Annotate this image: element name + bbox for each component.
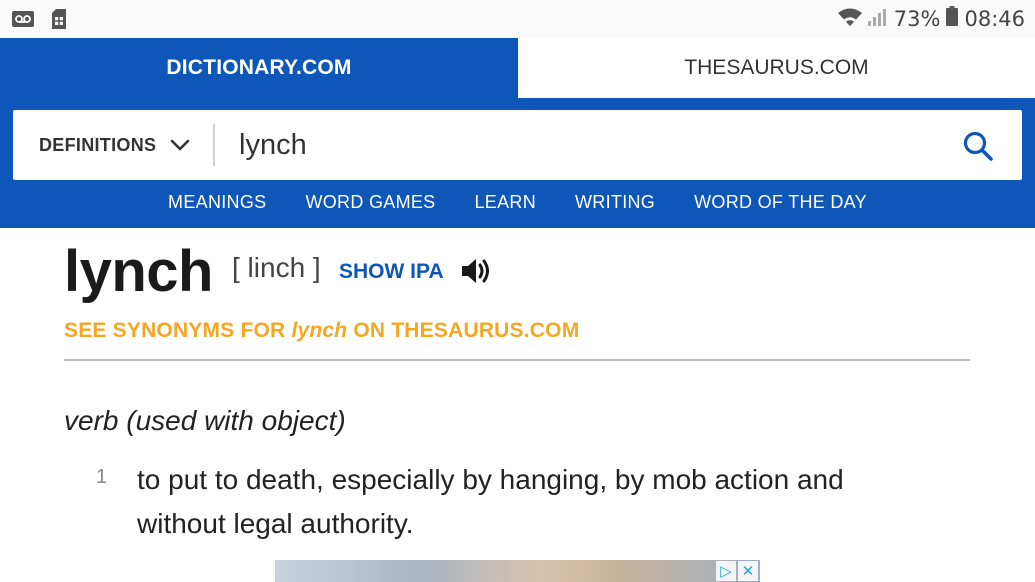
pronunciation-audio-button[interactable] bbox=[460, 256, 494, 286]
definitions-dropdown[interactable]: DEFINITIONS bbox=[39, 110, 190, 180]
site-tabs: DICTIONARY.COM THESAURUS.COM bbox=[0, 38, 1035, 98]
show-ipa-link[interactable]: SHOW IPA bbox=[339, 260, 444, 284]
search-input[interactable] bbox=[239, 122, 939, 168]
definition-text: to put to death, especially by hanging, … bbox=[137, 464, 844, 539]
adchoices-icon[interactable]: ▷ bbox=[716, 561, 736, 581]
nav-learn[interactable]: LEARN bbox=[474, 192, 536, 222]
nav-word-games[interactable]: WORD GAMES bbox=[305, 192, 435, 222]
search-divider bbox=[213, 124, 215, 166]
wifi-icon bbox=[837, 7, 862, 31]
search-bar: DEFINITIONS bbox=[13, 110, 1022, 180]
pronunciation: [ linch ] bbox=[232, 252, 321, 283]
signal-icon bbox=[867, 7, 888, 31]
headword: lynch bbox=[64, 239, 214, 304]
synonyms-prefix: SEE SYNONYMS FOR bbox=[64, 319, 292, 342]
search-button[interactable] bbox=[962, 130, 994, 162]
header: DEFINITIONS MEANINGS WORD GAMES LEARN WR… bbox=[0, 98, 1035, 228]
speaker-icon bbox=[460, 259, 494, 290]
nav-meanings[interactable]: MEANINGS bbox=[168, 192, 266, 222]
synonyms-suffix: ON THESAURUS.COM bbox=[347, 319, 580, 342]
main-nav: MEANINGS WORD GAMES LEARN WRITING WORD O… bbox=[0, 192, 1035, 222]
battery-icon bbox=[946, 6, 959, 31]
status-bar: 73% 08:46 bbox=[0, 0, 1035, 38]
clock: 08:46 bbox=[964, 6, 1025, 31]
part-of-speech: verb (used with object) bbox=[64, 405, 346, 436]
search-icon bbox=[962, 131, 994, 166]
battery-percent: 73% bbox=[893, 6, 941, 31]
tab-thesaurus[interactable]: THESAURUS.COM bbox=[518, 38, 1035, 98]
tab-dictionary[interactable]: DICTIONARY.COM bbox=[0, 38, 518, 98]
close-icon[interactable]: ✕ bbox=[738, 561, 758, 581]
nav-writing[interactable]: WRITING bbox=[575, 192, 655, 222]
voicemail-icon bbox=[12, 11, 34, 32]
see-synonyms-link[interactable]: SEE SYNONYMS FOR lynch ON THESAURUS.COM bbox=[64, 319, 579, 343]
divider bbox=[64, 359, 970, 361]
advertisement[interactable]: ▷ ✕ bbox=[275, 560, 760, 582]
synonyms-word: lynch bbox=[291, 319, 348, 342]
nav-word-of-the-day[interactable]: WORD OF THE DAY bbox=[694, 192, 867, 222]
definitions-dropdown-label: DEFINITIONS bbox=[39, 134, 157, 155]
definition-number: 1 bbox=[96, 466, 108, 488]
chevron-down-icon bbox=[170, 135, 190, 156]
entry-content: lynch [ linch ] SHOW IPA SEE SYNONYMS FO… bbox=[0, 228, 1035, 582]
sim-card-icon bbox=[52, 9, 66, 34]
